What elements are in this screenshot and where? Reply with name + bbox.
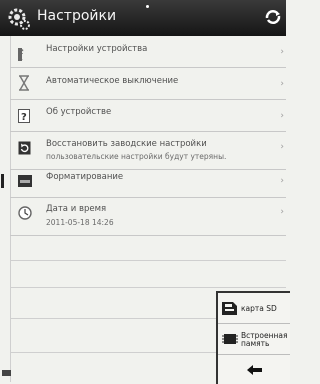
menu-item-auto-off[interactable]: Автоматическое выключение ›: [10, 67, 286, 100]
sd-card-icon: [222, 302, 237, 315]
hourglass-icon: [19, 75, 29, 91]
chevron-right-icon: ›: [280, 79, 284, 89]
font-f-icon: f: [18, 48, 24, 62]
restore-icon: [18, 141, 31, 155]
status-dot: [146, 5, 149, 8]
gear-icon: [8, 8, 30, 30]
menu-item-label: Форматирование: [46, 172, 124, 182]
question-icon: ?: [18, 109, 30, 123]
list-divider: [10, 260, 286, 261]
menu-item-label: Настройки устройства: [46, 44, 148, 54]
popup-item-label: Встроенная память: [241, 331, 288, 348]
menu-item-label: Автоматическое выключение: [46, 76, 179, 86]
chevron-right-icon: ›: [280, 176, 284, 186]
list-divider: [10, 287, 286, 288]
menu-item-label: Об устройстве: [46, 107, 112, 117]
chevron-right-icon: ›: [280, 207, 284, 217]
format-icon: [18, 175, 32, 187]
selection-marker: [1, 174, 4, 188]
clock-icon: [18, 206, 32, 220]
menu-item-subtitle: пользовательские настройки будут утеряны…: [46, 152, 227, 161]
chevron-right-icon: ›: [280, 47, 284, 57]
menu-item-formatting[interactable]: Форматирование ›: [1, 169, 286, 198]
storage-popup-menu: карта SD Встроенная память: [216, 291, 290, 384]
svg-text:?: ?: [21, 112, 27, 123]
title-bar: Настройки: [0, 0, 286, 36]
chevron-right-icon: ›: [280, 111, 284, 121]
battery-icon: [2, 370, 11, 376]
back-arrow-icon: [247, 365, 262, 375]
menu-item-label: Восстановить заводские настройки: [46, 139, 207, 149]
popup-item-back[interactable]: [218, 354, 290, 384]
menu-item-about[interactable]: ? Об устройстве ›: [10, 99, 286, 132]
memory-chip-icon: [222, 334, 238, 344]
menu-item-subtitle: 2011-05-18 14:26: [46, 218, 114, 227]
sync-icon[interactable]: [264, 9, 282, 25]
popup-item-internal-memory[interactable]: Встроенная память: [218, 323, 290, 355]
menu-item-label: Дата и время: [46, 204, 107, 214]
popup-item-label: карта SD: [241, 304, 277, 313]
menu-item-factory-reset[interactable]: Восстановить заводские настройки пользов…: [10, 131, 286, 170]
popup-item-sd-card[interactable]: карта SD: [218, 293, 290, 324]
menu-item-date-time[interactable]: Дата и время 2011-05-18 14:26 ›: [10, 197, 286, 236]
page-title: Настройки: [37, 8, 117, 24]
menu-item-device-settings[interactable]: f Настройки устройства ›: [10, 36, 286, 68]
chevron-right-icon: ›: [280, 142, 284, 152]
